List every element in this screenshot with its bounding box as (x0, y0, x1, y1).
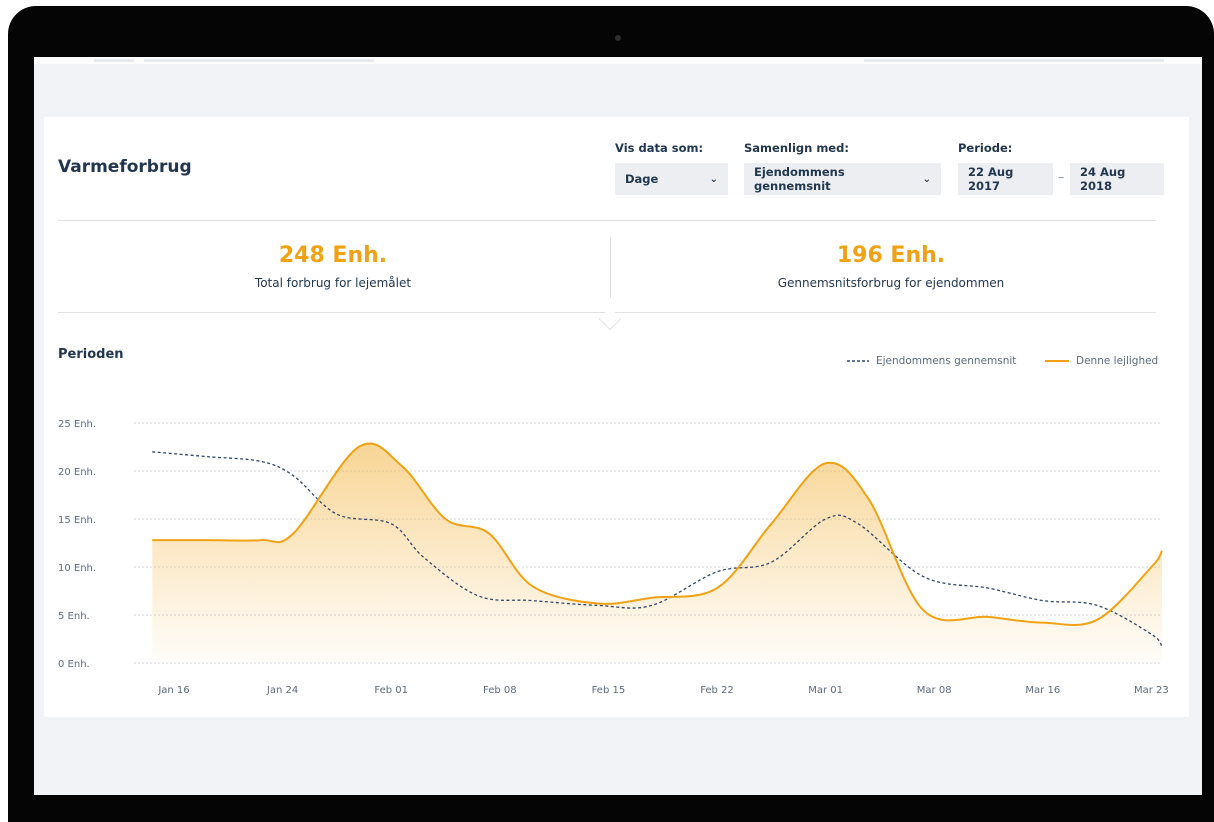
y-tick-label: 0 Enh. (58, 659, 90, 670)
camera-dot (615, 35, 621, 41)
apartment-area-fill (152, 443, 1162, 663)
x-tick-label: Feb 15 (592, 685, 626, 696)
usage-line-chart: 0 Enh. 5 Enh. 10 Enh. 15 Enh. 20 Enh. 25 Enh.… (58, 419, 1169, 696)
y-tick-label: 5 Enh. (58, 611, 90, 622)
y-tick-label: 20 Enh. (58, 467, 96, 478)
x-tick-label: Feb 22 (700, 685, 734, 696)
app-screen: Varmeforbrug Vis data som: Dage ⌄ Samenl… (34, 57, 1202, 795)
x-tick-label: Feb 08 (483, 685, 517, 696)
y-tick-label: 25 Enh. (58, 419, 96, 430)
x-tick-label: Jan 24 (266, 685, 298, 696)
x-tick-label: Mar 01 (808, 685, 843, 696)
x-tick-label: Mar 16 (1025, 685, 1060, 696)
x-tick-label: Mar 08 (917, 685, 952, 696)
x-tick-label: Feb 01 (374, 685, 408, 696)
y-tick-label: 15 Enh. (58, 515, 96, 526)
y-tick-label: 10 Enh. (58, 563, 96, 574)
x-tick-label: Jan 16 (157, 685, 189, 696)
x-tick-label: Mar 23 (1134, 685, 1169, 696)
